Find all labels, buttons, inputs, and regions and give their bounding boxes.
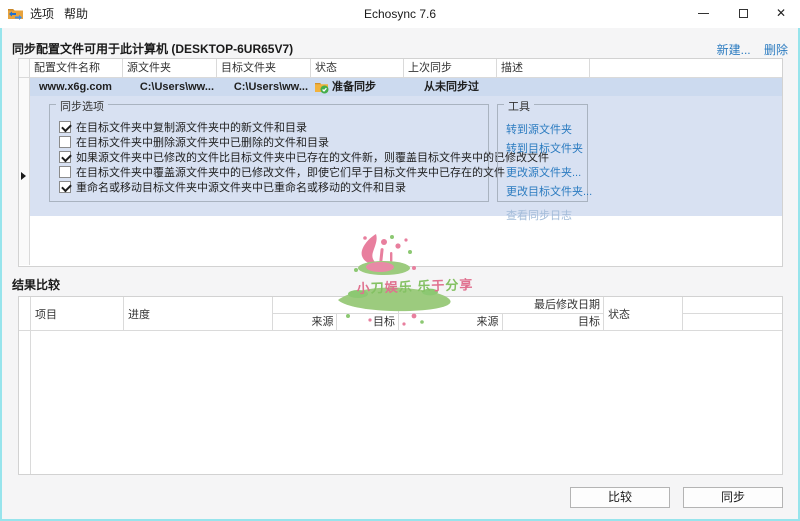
col-modified-source[interactable]: 来源 (399, 314, 503, 330)
folder-check-icon (315, 81, 329, 94)
col-result-status[interactable]: 状态 (604, 297, 683, 330)
tools-links: 转到源文件夹 转到目标文件夹 更改源文件夹... 更改目标文件夹... 查看同步… (506, 121, 592, 226)
profile-row[interactable]: www.x6g.com C:\Users\ww... C:\Users\ww..… (19, 78, 782, 96)
selected-row-arrow-icon (21, 172, 26, 180)
new-profile-link[interactable]: 新建... (717, 43, 751, 57)
profile-description-cell (497, 78, 590, 96)
detail-gutter (19, 96, 30, 216)
sync-option-label: 在目标文件夹中删除源文件夹中已删除的文件和目录 (76, 134, 329, 150)
col-item[interactable]: 项目 (31, 297, 124, 330)
maximize-button[interactable] (726, 0, 760, 26)
detail-body: 同步选项 在目标文件夹中复制源文件夹中的新文件和目录 在目标文件夹中删除源文件夹… (30, 96, 782, 216)
minimize-button[interactable] (686, 0, 720, 26)
echosync-window: 选项 帮助 Echosync 7.6 ✕ 同步配置文件可用于此计算机 (DESK… (0, 0, 800, 521)
sync-options-list: 在目标文件夹中复制源文件夹中的新文件和目录 在目标文件夹中删除源文件夹中已删除的… (59, 119, 484, 194)
sync-option-row: 如果源文件夹中已修改的文件比目标文件夹中已存在的文件新，则覆盖目标文件夹中的已修… (59, 149, 484, 164)
profile-source-cell: C:\Users\ww... (123, 78, 217, 96)
link-view-sync-log: 查看同步日志 (506, 207, 592, 223)
checkbox-rename-move[interactable] (59, 181, 71, 193)
minimize-icon (698, 13, 709, 14)
title-bar: 选项 帮助 Echosync 7.6 ✕ (0, 0, 800, 28)
filler-gutter (19, 216, 30, 265)
checkbox-overwrite-newer[interactable] (59, 151, 71, 163)
sync-options-title: 同步选项 (56, 98, 108, 114)
link-change-source-folder[interactable]: 更改源文件夹... (506, 164, 592, 180)
col-size-source[interactable]: 来源 (273, 314, 337, 330)
sync-option-label: 在目标文件夹中覆盖源文件夹中的已修改文件，即使它们早于目标文件夹中已存在的文件 (76, 164, 505, 180)
maximize-icon (739, 9, 748, 18)
col-description[interactable]: 描述 (497, 59, 590, 77)
link-change-target-folder[interactable]: 更改目标文件夹... (506, 183, 592, 199)
col-last-sync[interactable]: 上次同步 (404, 59, 497, 77)
col-modified-target[interactable]: 目标 (503, 314, 604, 330)
profile-name-cell: www.x6g.com (30, 78, 123, 96)
sync-option-row: 在目标文件夹中删除源文件夹中已删除的文件和目录 (59, 134, 484, 149)
col-target-folder[interactable]: 目标文件夹 (217, 59, 311, 77)
col-modified-date[interactable]: 最后修改日期 (399, 297, 603, 314)
results-body (19, 331, 782, 474)
window-title: Echosync 7.6 (300, 0, 500, 28)
sync-option-row: 在目标文件夹中覆盖源文件夹中的已修改文件，即使它们早于目标文件夹中已存在的文件 (59, 164, 484, 179)
sync-option-row: 在目标文件夹中复制源文件夹中的新文件和目录 (59, 119, 484, 134)
filler-body (30, 216, 782, 265)
checkbox-delete-removed[interactable] (59, 136, 71, 148)
menu-help[interactable]: 帮助 (55, 0, 97, 28)
delete-profile-link[interactable]: 删除 (764, 43, 788, 57)
profiles-table: 配置文件名称 源文件夹 目标文件夹 状态 上次同步 描述 www.x6g.com… (18, 58, 783, 267)
checkbox-overwrite-older[interactable] (59, 166, 71, 178)
profiles-empty-area (19, 216, 782, 265)
watermark-text: 小刀娱乐 乐于分享 (350, 274, 481, 298)
checkbox-copy-new[interactable] (59, 121, 71, 133)
sync-option-row: 重命名或移动目标文件夹中源文件夹中已重命名或移动的文件和目录 (59, 179, 484, 194)
col-group-modified: 最后修改日期 来源 目标 (399, 297, 604, 330)
results-gutter-header (19, 297, 31, 330)
sync-option-label: 重命名或移动目标文件夹中源文件夹中已重命名或移动的文件和目录 (76, 179, 406, 195)
link-goto-source-folder[interactable]: 转到源文件夹 (506, 121, 592, 137)
col-group-size: 大小 来源 目标 (273, 297, 399, 330)
results-body-gutter (19, 331, 31, 474)
profiles-header-row: 配置文件名称 源文件夹 目标文件夹 状态 上次同步 描述 (19, 59, 782, 78)
col-empty (590, 59, 782, 77)
col-size[interactable]: 大小 (273, 297, 398, 314)
sync-button[interactable]: 同步 (683, 487, 783, 508)
col-source-folder[interactable]: 源文件夹 (123, 59, 217, 77)
gutter-header-cell (19, 59, 30, 77)
profile-target-cell: C:\Users\ww... (217, 78, 311, 96)
link-goto-target-folder[interactable]: 转到目标文件夹 (506, 140, 592, 156)
compare-button[interactable]: 比较 (570, 487, 670, 508)
empty-group-cell (683, 297, 782, 314)
tools-group: 工具 转到源文件夹 转到目标文件夹 更改源文件夹... 更改目标文件夹... 查… (497, 104, 588, 202)
col-result-empty (683, 297, 782, 330)
profiles-actions: 新建... 删除 (707, 41, 788, 58)
results-table: 项目 进度 大小 来源 目标 最后修改日期 来源 目标 状态 (18, 296, 783, 475)
close-button[interactable]: ✕ (764, 0, 798, 26)
profile-status-cell: 准备同步 (311, 78, 404, 96)
col-status[interactable]: 状态 (311, 59, 404, 77)
tools-title: 工具 (504, 98, 534, 114)
col-progress[interactable]: 进度 (124, 297, 273, 330)
col-size-target[interactable]: 目标 (337, 314, 398, 330)
sync-option-label: 如果源文件夹中已修改的文件比目标文件夹中已存在的文件新，则覆盖目标文件夹中的已修… (76, 149, 549, 165)
row-gutter-cell (19, 78, 30, 96)
profile-status-label: 准备同步 (332, 78, 376, 96)
sync-options-group: 同步选项 在目标文件夹中复制源文件夹中的新文件和目录 在目标文件夹中删除源文件夹… (49, 104, 489, 202)
results-section-title: 结果比较 (12, 276, 60, 293)
col-profile-name[interactable]: 配置文件名称 (30, 59, 123, 77)
profiles-section-title: 同步配置文件可用于此计算机 (DESKTOP-6UR65V7) (12, 40, 293, 57)
profile-empty-cell (590, 78, 782, 96)
results-header: 项目 进度 大小 来源 目标 最后修改日期 来源 目标 状态 (19, 297, 782, 331)
results-body-area (31, 331, 782, 474)
profile-last-sync-cell: 从未同步过 (404, 78, 497, 96)
sync-option-label: 在目标文件夹中复制源文件夹中的新文件和目录 (76, 119, 307, 135)
close-icon: ✕ (776, 7, 786, 19)
profile-detail-panel: 同步选项 在目标文件夹中复制源文件夹中的新文件和目录 在目标文件夹中删除源文件夹… (19, 96, 782, 216)
